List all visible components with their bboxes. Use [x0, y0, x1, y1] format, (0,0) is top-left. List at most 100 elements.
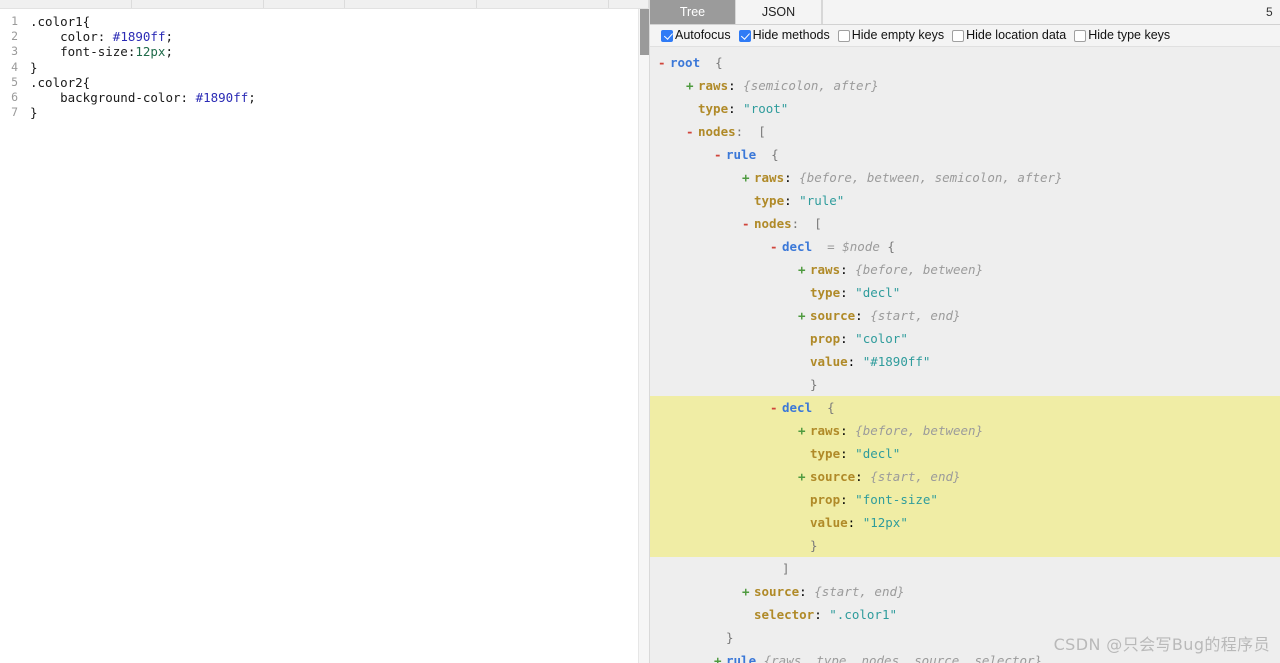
editor-code-area[interactable]: 1 .color1{2 color: #1890ff; 3 font-size:12… — [0, 9, 649, 663]
tree-row[interactable]: } — [650, 373, 1280, 396]
tree-punct: : — [784, 170, 800, 185]
expand-toggle-icon[interactable]: + — [798, 258, 810, 281]
tree-row[interactable]: + raws: {before, between} — [650, 419, 1280, 442]
tab-json[interactable]: JSON — [736, 0, 822, 24]
tree-toggle-spacer — [770, 557, 782, 580]
tree-punct: : — [814, 607, 830, 622]
tree-row[interactable]: + source: {start, end} — [650, 580, 1280, 603]
tree-string-value: "#1890ff" — [862, 354, 931, 369]
code-line-text: color: #1890ff; — [26, 29, 173, 44]
code-line[interactable]: 4} — [0, 60, 649, 75]
expand-toggle-icon[interactable]: + — [742, 580, 754, 603]
editor-toolbar-segment — [264, 0, 346, 8]
tree-punct: : — [840, 446, 856, 461]
collapse-toggle-icon[interactable]: - — [714, 143, 726, 166]
css-color-value: #1890ff — [195, 89, 249, 105]
expand-toggle-icon[interactable]: + — [686, 74, 698, 97]
option-autofocus[interactable]: Autofocus — [661, 29, 731, 42]
checkbox-icon[interactable] — [837, 29, 850, 42]
expand-toggle-icon[interactable]: + — [798, 304, 810, 327]
checkbox-icon[interactable] — [738, 29, 751, 42]
option-hide-location-data[interactable]: Hide location data — [952, 29, 1066, 42]
tree-row[interactable]: type: "decl" — [650, 281, 1280, 304]
expand-toggle-icon[interactable]: + — [714, 649, 726, 663]
tree-punct: : — [840, 331, 856, 346]
tree-row[interactable]: value: "12px" — [650, 511, 1280, 534]
tree-row[interactable]: prop: "font-size" — [650, 488, 1280, 511]
tree-row[interactable]: + raws: {before, between} — [650, 258, 1280, 281]
tab-tree[interactable]: Tree — [650, 0, 736, 24]
tree-row[interactable]: - nodes: [ — [650, 212, 1280, 235]
tree-brace: } — [810, 377, 818, 392]
checkbox-icon[interactable] — [661, 29, 673, 42]
tree-punct: : — [840, 423, 856, 438]
line-number: 7 — [11, 105, 18, 120]
code-line[interactable]: 7} — [0, 105, 649, 120]
tree-row[interactable]: + source: {start, end} — [650, 304, 1280, 327]
tree-row[interactable]: - root { — [650, 51, 1280, 74]
option-label: Autofocus — [675, 28, 731, 43]
tree-row[interactable]: - rule { — [650, 143, 1280, 166]
expand-toggle-icon[interactable]: + — [798, 465, 810, 488]
checkbox-icon[interactable] — [952, 29, 965, 42]
editor-scrollbar-thumb[interactable] — [640, 9, 649, 55]
tree-brace: } — [810, 538, 818, 553]
tree-row[interactable]: selector: ".color1" — [650, 603, 1280, 626]
tree-toggle-spacer — [798, 327, 810, 350]
css-token: color: — [30, 29, 113, 45]
tree-punct: : — [847, 515, 863, 530]
tree-row[interactable]: type: "decl" — [650, 442, 1280, 465]
option-hide-type-keys[interactable]: Hide type keys — [1074, 29, 1170, 42]
tree-row[interactable]: type: "rule" — [650, 189, 1280, 212]
tree-row[interactable]: + raws: {semicolon, after} — [650, 74, 1280, 97]
code-line[interactable]: 5 .color2{ — [0, 75, 649, 90]
option-label: Hide methods — [752, 28, 830, 43]
tree-punct: : — [840, 285, 856, 300]
tree-key: type — [810, 446, 841, 461]
code-line[interactable]: 3 font-size:12px; — [0, 44, 649, 59]
option-hide-empty-keys[interactable]: Hide empty keys — [837, 29, 944, 42]
collapse-toggle-icon[interactable]: - — [658, 51, 670, 74]
viewer-tabbar: Tree JSON 5 — [650, 0, 1280, 25]
collapse-toggle-icon[interactable]: - — [742, 212, 754, 235]
tree-content[interactable]: - root {+ raws: {semicolon, after} type: "… — [650, 47, 1280, 663]
tree-row[interactable]: - decl { — [650, 396, 1280, 419]
tree-key: type — [754, 193, 785, 208]
tree-toggle-spacer — [798, 511, 810, 534]
tree-punct: : — [855, 469, 871, 484]
css-token: } — [30, 105, 38, 121]
tree-key: raws — [810, 423, 841, 438]
tree-row[interactable]: ] — [650, 557, 1280, 580]
expand-toggle-icon[interactable]: + — [742, 166, 754, 189]
tree-key: raws — [810, 262, 841, 277]
tree-toggle-spacer — [686, 97, 698, 120]
tree-row[interactable]: - decl = $node { — [650, 235, 1280, 258]
collapse-toggle-icon[interactable]: - — [770, 396, 782, 419]
code-line-text: .color1{ — [26, 14, 90, 29]
code-line[interactable]: 6 background-color: #1890ff; — [0, 90, 649, 105]
tree-row[interactable]: prop: "color" — [650, 327, 1280, 350]
tree-row[interactable]: type: "root" — [650, 97, 1280, 120]
editor-top-toolbar — [0, 0, 649, 9]
option-label: Hide location data — [966, 28, 1067, 43]
tree-brace: { — [756, 147, 779, 162]
tree-punct: : — [728, 101, 744, 116]
tree-row[interactable]: + source: {start, end} — [650, 465, 1280, 488]
tree-row[interactable]: value: "#1890ff" — [650, 350, 1280, 373]
tree-meta-hint: {before, between, semicolon, after} — [799, 170, 1063, 185]
code-line[interactable]: 2 color: #1890ff; — [0, 29, 649, 44]
expand-toggle-icon[interactable]: + — [798, 419, 810, 442]
code-line[interactable]: 1 .color1{ — [0, 14, 649, 29]
editor-vertical-scrollbar[interactable] — [638, 9, 649, 663]
tree-row[interactable]: - nodes: [ — [650, 120, 1280, 143]
collapse-toggle-icon[interactable]: - — [686, 120, 698, 143]
tree-row[interactable]: + raws: {before, between, semicolon, afte… — [650, 166, 1280, 189]
tree-brace: : [ — [735, 124, 766, 139]
tree-meta-hint: {semicolon, after} — [743, 78, 879, 93]
tree-row[interactable]: } — [650, 534, 1280, 557]
collapse-toggle-icon[interactable]: - — [770, 235, 782, 258]
option-hide-methods[interactable]: Hide methods — [738, 28, 830, 43]
checkbox-icon[interactable] — [1074, 29, 1087, 42]
css-token: } — [30, 59, 38, 75]
css-token: ; — [165, 44, 173, 60]
